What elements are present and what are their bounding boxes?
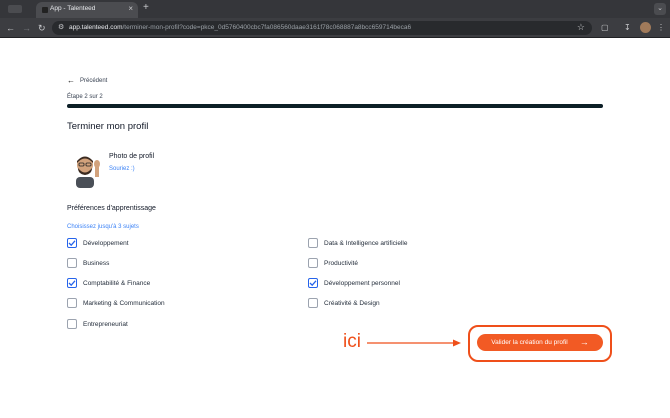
option-label: Productivité xyxy=(324,259,358,267)
checkbox[interactable] xyxy=(308,238,318,248)
progress-fill xyxy=(67,104,603,108)
url-text: app.talenteed.com/terminer-mon-profil?co… xyxy=(69,24,412,31)
arrow-left-icon: ← xyxy=(67,76,75,85)
browser-toolbar: ← → ↻ ⚙ app.talenteed.com/terminer-mon-p… xyxy=(0,18,670,38)
checkmark-icon xyxy=(68,240,76,247)
checkbox[interactable] xyxy=(308,258,318,268)
arrow-right-icon: → xyxy=(579,337,589,347)
option-data-ia[interactable]: Data & Intelligence artificielle xyxy=(308,238,407,248)
option-label: Développement personnel xyxy=(324,279,400,287)
checkmark-icon xyxy=(68,280,76,287)
option-marketing-communication[interactable]: Marketing & Communication xyxy=(67,298,165,308)
checkbox[interactable] xyxy=(67,319,77,329)
option-business[interactable]: Business xyxy=(67,258,109,268)
annotation-arrow-icon xyxy=(367,339,461,347)
bookmark-star-icon[interactable]: ☆ xyxy=(577,22,585,33)
checkbox[interactable] xyxy=(308,278,318,288)
forward-nav-icon[interactable]: → xyxy=(22,22,31,34)
close-tab-icon[interactable]: × xyxy=(128,4,133,14)
photo-title: Photo de profil xyxy=(109,153,155,160)
checkbox[interactable] xyxy=(67,278,77,288)
option-comptabilite-finance[interactable]: Comptabilité & Finance xyxy=(67,278,150,288)
option-label: Marketing & Communication xyxy=(83,299,165,307)
page-title: Terminer mon profil xyxy=(67,121,149,132)
submit-profile-button[interactable]: Valider la création du profil → xyxy=(477,334,603,351)
checkbox[interactable] xyxy=(67,258,77,268)
checkbox[interactable] xyxy=(67,238,77,248)
menu-kebab-icon[interactable]: ⋮ xyxy=(657,22,665,34)
checkbox[interactable] xyxy=(308,298,318,308)
option-entrepreneuriat[interactable]: Entrepreneuriat xyxy=(67,319,128,329)
option-label: Comptabilité & Finance xyxy=(83,279,151,287)
site-info-icon[interactable]: ⚙ xyxy=(58,23,64,31)
extensions-icon[interactable]: ▢ xyxy=(601,22,609,34)
tab-title: App - Talenteed xyxy=(50,5,96,12)
checkbox[interactable] xyxy=(67,298,77,308)
option-label: Développement xyxy=(83,239,129,247)
checkmark-icon xyxy=(309,280,317,287)
download-icon[interactable]: ↧ xyxy=(624,22,631,34)
tab-search-icon[interactable] xyxy=(8,4,22,14)
back-link[interactable]: ← Précédent xyxy=(67,76,107,85)
option-developpement[interactable]: Développement xyxy=(67,238,129,248)
browser-tab[interactable]: App - Talenteed × xyxy=(36,2,138,18)
tab-list-chevron-icon[interactable]: ⌄ xyxy=(654,3,666,15)
preferences-title: Préférences d'apprentissage xyxy=(67,205,156,212)
annotation-text: ici xyxy=(343,331,361,352)
option-label: Data & Intelligence artificielle xyxy=(324,239,408,247)
back-label: Précédent xyxy=(80,77,108,84)
back-nav-icon[interactable]: ← xyxy=(6,22,15,34)
submit-label: Valider la création du profil xyxy=(491,339,568,346)
option-label: Créativité & Design xyxy=(324,299,380,307)
option-productivite[interactable]: Productivité xyxy=(308,258,358,268)
progress-bar xyxy=(67,104,603,108)
option-creativite-design[interactable]: Créativité & Design xyxy=(308,298,380,308)
step-label: Étape 2 sur 2 xyxy=(67,94,103,100)
profile-photo-avatar[interactable] xyxy=(68,152,102,188)
option-developpement-personnel[interactable]: Développement personnel xyxy=(308,278,400,288)
new-tab-button[interactable]: + xyxy=(143,2,149,14)
preferences-hint: Choisissez jusqu'à 3 sujets xyxy=(67,224,139,230)
browser-tab-bar: App - Talenteed × + ⌄ xyxy=(0,0,670,18)
address-bar[interactable]: ⚙ app.talenteed.com/terminer-mon-profil?… xyxy=(52,21,592,35)
reload-icon[interactable]: ↻ xyxy=(38,22,46,34)
option-label: Entrepreneuriat xyxy=(83,320,128,328)
photo-subtitle: Souriez :) xyxy=(109,166,135,172)
option-label: Business xyxy=(83,259,110,267)
favicon-icon xyxy=(42,7,48,13)
profile-avatar-icon[interactable] xyxy=(640,22,651,33)
